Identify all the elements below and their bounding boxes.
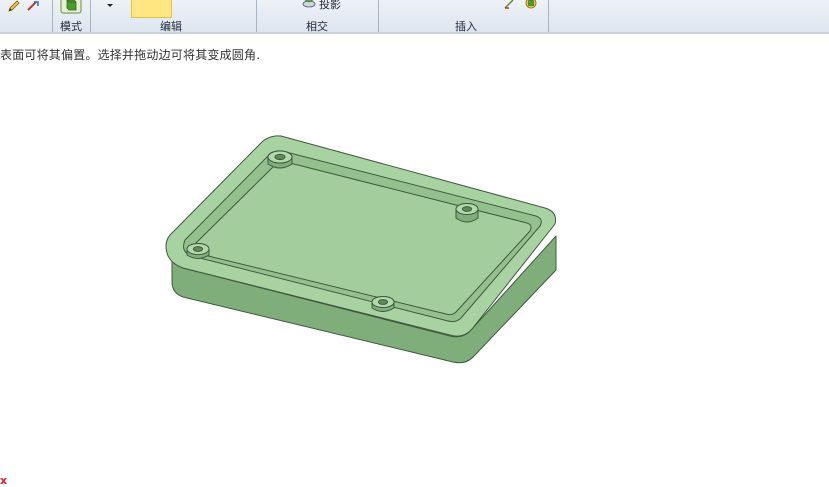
design-viewport[interactable] (0, 60, 829, 487)
insert-component-icon[interactable] (524, 0, 538, 10)
boss-bottom-center[interactable] (371, 296, 395, 312)
select-tool-icon[interactable] (26, 0, 40, 12)
insert-plane-icon[interactable] (503, 0, 515, 10)
sketch-pencil-icon[interactable] (8, 0, 20, 12)
enclosure-part[interactable] (165, 135, 557, 364)
boss-bottom-left[interactable] (186, 243, 210, 259)
chevron-down-icon[interactable] (106, 3, 114, 9)
axis-triad-x: x (0, 474, 8, 487)
project-icon[interactable] (301, 0, 317, 9)
ribbon-toolbar: 模式 编辑 投影 相交 插入 (0, 0, 829, 33)
ribbon-separator (378, 0, 379, 32)
ribbon-separator (548, 0, 549, 32)
ribbon-separator (256, 0, 257, 32)
solid-mode-icon[interactable] (60, 0, 82, 14)
ribbon-bottom-border (0, 32, 829, 34)
boss-top-right[interactable] (455, 203, 479, 223)
boss-top-left[interactable] (267, 150, 293, 169)
edit-highlight-button[interactable] (131, 0, 172, 18)
project-label[interactable]: 投影 (319, 0, 341, 12)
ribbon-separator (90, 0, 91, 32)
ribbon-separator (52, 0, 53, 32)
